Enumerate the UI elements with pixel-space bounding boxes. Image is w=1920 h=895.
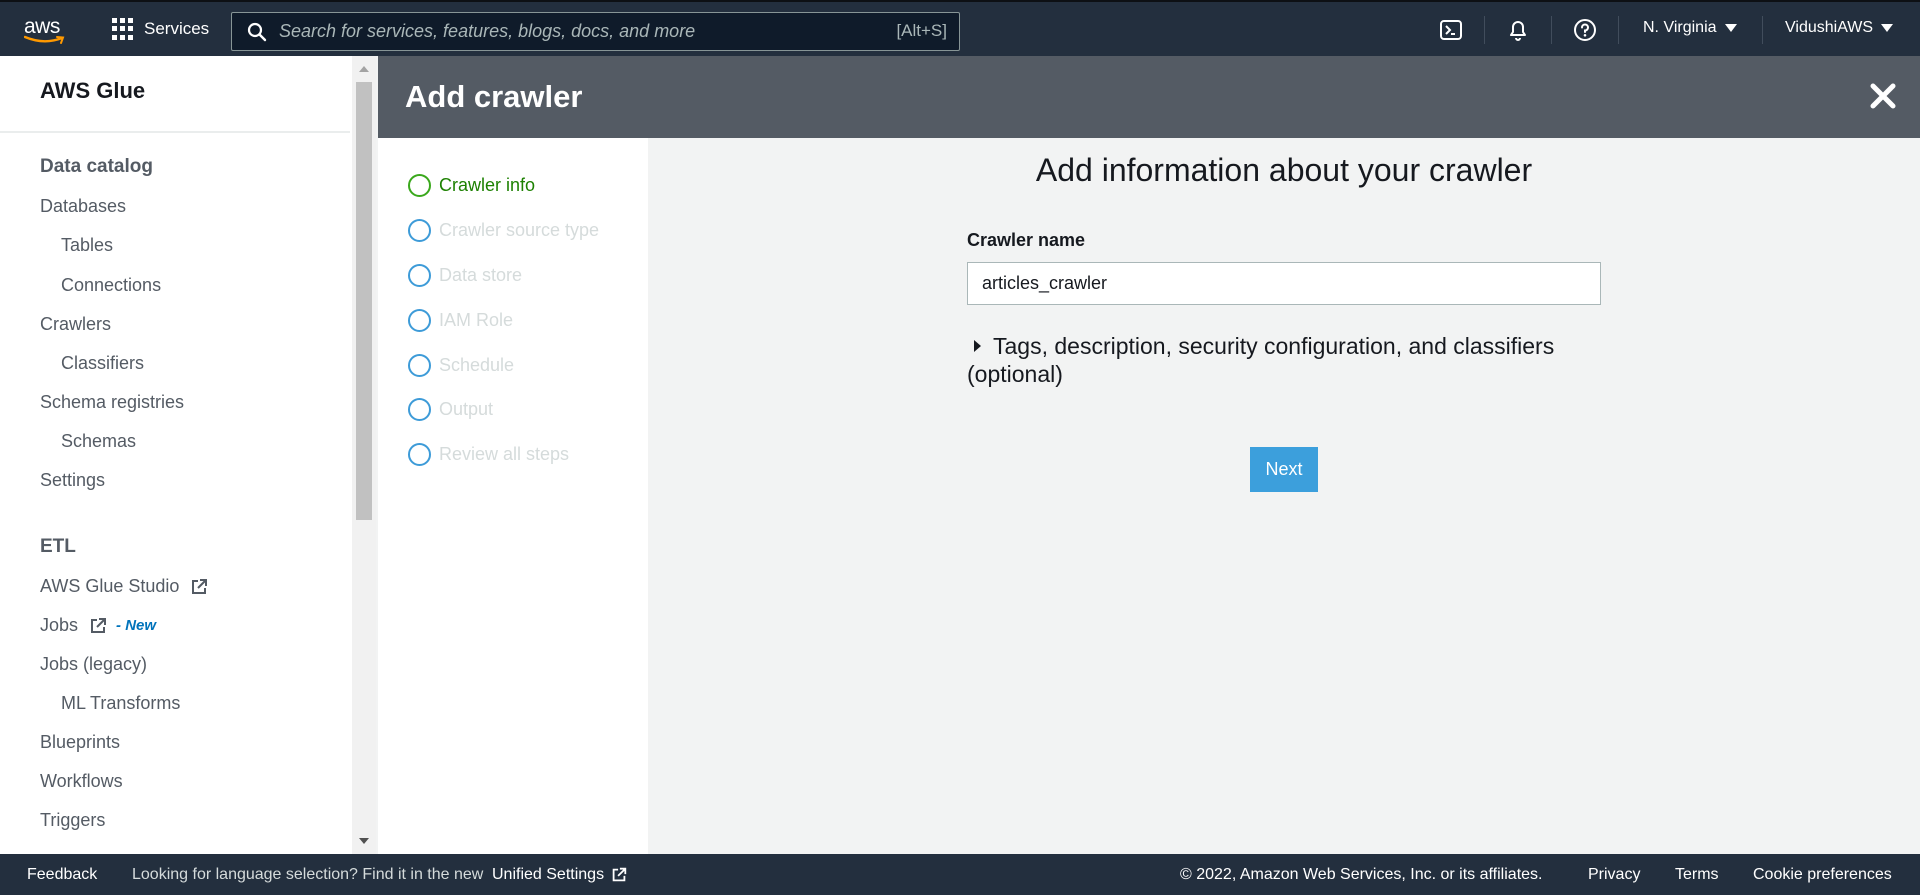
account-name: VidushiAWS [1785,19,1874,36]
language-prompt: Looking for language selection? Find it … [132,866,484,883]
scrollbar-thumb[interactable] [356,82,372,520]
step-circle-icon [408,398,431,421]
crawler-info-form: Add information about your crawler Crawl… [648,138,1920,854]
aws-logo[interactable]: aws [24,15,68,45]
caret-right-icon [974,340,981,352]
step-crawler-info[interactable]: Crawler info [408,174,535,197]
step-review-all-steps[interactable]: Review all steps [408,443,569,466]
cloudshell-icon[interactable] [1439,18,1463,42]
sidebar-divider [0,131,350,133]
step-output[interactable]: Output [408,398,493,421]
add-crawler-header: Add crawler [378,56,1920,138]
sidebar-title[interactable]: AWS Glue [40,78,145,104]
terms-link[interactable]: Terms [1675,866,1719,884]
unified-settings-link[interactable]: Unified Settings [492,866,628,884]
sidebar-item-schema-registries[interactable]: Schema registries [40,392,184,413]
sidebar-item-triggers[interactable]: Triggers [40,810,105,831]
external-link-icon [91,617,107,633]
form-title: Add information about your crawler [1035,152,1533,188]
sidebar-item-blueprints[interactable]: Blueprints [40,732,120,753]
grid-menu-icon [112,18,134,40]
search-icon [247,22,267,41]
copyright-text: © 2022, Amazon Web Services, Inc. or its… [1180,866,1543,883]
expander-label: Tags, description, security configuratio… [967,333,1555,387]
step-circle-icon [408,174,431,197]
close-icon[interactable] [1868,81,1898,111]
step-circle-icon [408,354,431,377]
service-sidebar: AWS Glue Data catalog Databases Tables C… [0,56,352,854]
nav-divider [1484,16,1485,44]
page-title: Add crawler [405,79,583,114]
caret-down-icon [1881,24,1894,32]
sidebar-item-settings[interactable]: Settings [40,470,105,491]
sidebar-item-workflows[interactable]: Workflows [40,771,123,792]
step-circle-icon [408,443,431,466]
sidebar-item-jobs[interactable]: Jobs - New [40,615,156,636]
step-schedule[interactable]: Schedule [408,354,514,377]
step-data-store[interactable]: Data store [408,264,522,287]
sidebar-heading-data-catalog: Data catalog [40,156,153,177]
sidebar-item-tables[interactable]: Tables [61,235,113,256]
help-icon[interactable] [1573,18,1597,42]
step-circle-icon [408,264,431,287]
sidebar-item-connections[interactable]: Connections [61,275,161,296]
nav-divider [1618,16,1619,44]
sidebar-scrollbar[interactable] [352,56,376,854]
sidebar-item-databases[interactable]: Databases [40,196,126,217]
sidebar-item-jobs-legacy[interactable]: Jobs (legacy) [40,654,147,675]
aws-smile-icon [24,35,65,44]
sidebar-item-schemas[interactable]: Schemas [61,431,136,452]
wizard-steps: Crawler info Crawler source type Data st… [378,138,648,854]
external-link-icon [192,578,208,594]
optional-settings-expander[interactable]: Tags, description, security configuratio… [967,332,1607,388]
sidebar-item-classifiers[interactable]: Classifiers [61,353,144,374]
search-input[interactable] [279,21,879,42]
services-menu-button[interactable]: Services [112,18,209,40]
scroll-down-arrow-icon[interactable] [359,838,369,844]
feedback-link[interactable]: Feedback [27,866,97,884]
scroll-up-arrow-icon[interactable] [359,66,369,72]
new-badge: - New [116,617,157,634]
caret-down-icon [1724,24,1737,32]
privacy-link[interactable]: Privacy [1588,866,1640,884]
region-label: N. Virginia [1643,19,1717,36]
step-circle-icon [408,309,431,332]
sidebar-item-ml-transforms[interactable]: ML Transforms [61,693,180,714]
top-navigation-bar: aws Services [Alt+S] N. Virgin [0,0,1920,56]
region-selector[interactable]: N. Virginia [1643,19,1737,37]
notifications-bell-icon[interactable] [1506,18,1530,42]
cookie-preferences-link[interactable]: Cookie preferences [1753,866,1892,884]
step-crawler-source-type[interactable]: Crawler source type [408,219,599,242]
nav-divider [1762,16,1763,44]
sidebar-item-aws-glue-studio[interactable]: AWS Glue Studio [40,576,209,597]
services-label: Services [144,19,210,38]
external-link-icon [612,867,627,882]
crawler-name-label: Crawler name [967,230,1086,250]
crawler-name-input[interactable] [967,262,1601,305]
step-circle-icon [408,219,431,242]
nav-divider [1551,16,1552,44]
account-menu[interactable]: VidushiAWS [1785,19,1894,37]
next-button[interactable]: Next [1250,447,1318,492]
search-shortcut-hint: [Alt+S] [896,21,947,40]
sidebar-heading-etl: ETL [40,536,76,557]
sidebar-item-crawlers[interactable]: Crawlers [40,314,111,335]
console-footer: Feedback Looking for language selection?… [0,854,1920,895]
global-search-box[interactable]: [Alt+S] [231,12,960,51]
step-iam-role[interactable]: IAM Role [408,309,513,332]
